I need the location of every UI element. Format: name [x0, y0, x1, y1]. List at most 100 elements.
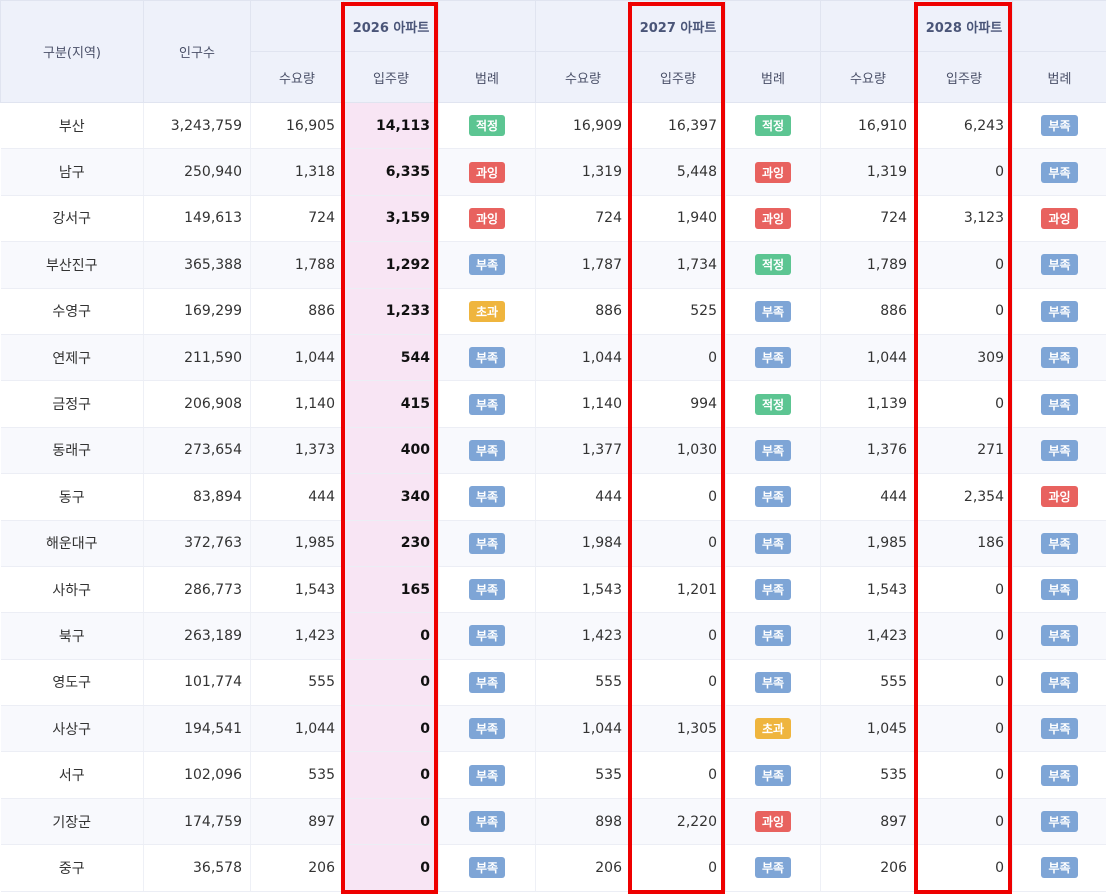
- demand-2026-cell: 555: [250, 659, 344, 707]
- region-name: 금정구: [0, 380, 144, 428]
- header-supply-1: 입주량: [630, 51, 726, 103]
- demand-2026-cell: 1,788: [250, 241, 344, 289]
- status-badge: 부족: [468, 718, 506, 740]
- demand-2026-cell: 1,543: [250, 566, 344, 614]
- table-row: 서구 102,096 535 0 부족 535 0 부족 535 0 부족: [0, 751, 1106, 799]
- legend-cell: 과잉: [1012, 195, 1106, 243]
- demand-2027-cell: 555: [535, 659, 631, 707]
- supply-2028-cell: 186: [915, 520, 1013, 567]
- supply-2027-cell: 5,448: [630, 148, 726, 196]
- status-badge: 과잉: [754, 161, 792, 183]
- status-badge: 부족: [468, 579, 506, 601]
- legend-cell: 과잉: [725, 798, 821, 846]
- legend-cell: 부족: [1012, 798, 1106, 846]
- demand-2026-cell: 1,140: [250, 380, 344, 428]
- legend-cell: 부족: [725, 566, 821, 614]
- supply-2026-cell: 415: [343, 380, 439, 428]
- header-region: 구분(지역): [0, 0, 144, 103]
- status-badge: 부족: [468, 254, 506, 276]
- population-cell: 250,940: [143, 148, 251, 196]
- legend-cell: 부족: [1012, 380, 1106, 428]
- header-legend-1: 범례: [725, 51, 821, 103]
- region-name: 강서구: [0, 195, 144, 243]
- status-badge: 부족: [468, 347, 506, 369]
- status-badge: 적정: [754, 115, 792, 137]
- status-badge: 부족: [468, 671, 506, 693]
- supply-2026-cell: 544: [343, 334, 439, 382]
- status-badge: 부족: [1041, 625, 1078, 647]
- status-badge: 부족: [468, 486, 506, 508]
- demand-2028-cell: 1,139: [820, 380, 916, 428]
- supply-2027-cell: 0: [630, 751, 726, 799]
- header-legend-2: 범례: [1012, 51, 1106, 103]
- legend-cell: 부족: [438, 520, 536, 567]
- demand-2027-cell: 444: [535, 473, 631, 521]
- demand-2026-cell: 886: [250, 288, 344, 335]
- legend-cell: 부족: [725, 520, 821, 567]
- supply-2027-cell: 0: [630, 844, 726, 892]
- demand-2028-cell: 1,423: [820, 612, 916, 660]
- supply-2026-cell: 340: [343, 473, 439, 521]
- legend-cell: 부족: [1012, 659, 1106, 707]
- demand-2027-cell: 1,787: [535, 241, 631, 289]
- status-badge: 적정: [754, 254, 792, 276]
- demand-2027-cell: 1,984: [535, 520, 631, 567]
- status-badge: 부족: [1041, 671, 1078, 693]
- status-badge: 부족: [1041, 115, 1078, 137]
- demand-2027-cell: 1,140: [535, 380, 631, 428]
- supply-2028-cell: 0: [915, 751, 1013, 799]
- supply-2026-cell: 3,159: [343, 195, 439, 243]
- legend-cell: 부족: [725, 612, 821, 660]
- population-cell: 3,243,759: [143, 102, 251, 150]
- region-name: 사하구: [0, 566, 144, 614]
- region-name: 중구: [0, 844, 144, 892]
- legend-cell: 부족: [1012, 751, 1106, 799]
- legend-cell: 부족: [438, 705, 536, 753]
- status-badge: 부족: [468, 625, 506, 647]
- supply-2027-cell: 0: [630, 473, 726, 521]
- demand-2028-cell: 206: [820, 844, 916, 892]
- legend-cell: 부족: [1012, 148, 1106, 196]
- supply-2028-cell: 0: [915, 798, 1013, 846]
- legend-cell: 과잉: [725, 195, 821, 243]
- status-badge: 부족: [468, 764, 506, 786]
- legend-cell: 부족: [1012, 288, 1106, 335]
- table-row: 동구 83,894 444 340 부족 444 0 부족 444 2,354 과잉: [0, 473, 1106, 521]
- status-badge: 부족: [754, 857, 792, 879]
- region-name: 동래구: [0, 427, 144, 475]
- status-badge: 적정: [754, 393, 792, 415]
- legend-cell: 부족: [438, 334, 536, 382]
- status-badge: 부족: [754, 579, 792, 601]
- demand-2028-cell: 555: [820, 659, 916, 707]
- supply-2027-cell: 1,030: [630, 427, 726, 475]
- status-badge: 과잉: [468, 161, 506, 183]
- legend-cell: 적정: [438, 102, 536, 150]
- supply-2028-cell: 0: [915, 566, 1013, 614]
- supply-2028-cell: 0: [915, 659, 1013, 707]
- legend-cell: 과잉: [438, 148, 536, 196]
- status-badge: 부족: [754, 625, 792, 647]
- demand-2026-cell: 1,373: [250, 427, 344, 475]
- supply-2027-cell: 0: [630, 612, 726, 660]
- legend-cell: 부족: [1012, 520, 1106, 567]
- supply-2028-cell: 0: [915, 612, 1013, 660]
- supply-2027-cell: 2,220: [630, 798, 726, 846]
- legend-cell: 적정: [725, 380, 821, 428]
- demand-2028-cell: 16,910: [820, 102, 916, 150]
- supply-2027-cell: 1,940: [630, 195, 726, 243]
- status-badge: 적정: [468, 115, 506, 137]
- legend-cell: 부족: [725, 751, 821, 799]
- header-supply-0: 입주량: [343, 51, 439, 103]
- supply-2028-cell: 0: [915, 148, 1013, 196]
- legend-cell: 부족: [1012, 334, 1106, 382]
- status-badge: 부족: [1041, 811, 1078, 833]
- status-badge: 부족: [1041, 857, 1078, 879]
- population-cell: 372,763: [143, 520, 251, 567]
- region-name: 부산: [0, 102, 144, 150]
- legend-cell: 부족: [438, 751, 536, 799]
- status-badge: 부족: [468, 811, 506, 833]
- demand-2027-cell: 206: [535, 844, 631, 892]
- legend-cell: 과잉: [725, 148, 821, 196]
- supply-2026-cell: 6,335: [343, 148, 439, 196]
- demand-2026-cell: 206: [250, 844, 344, 892]
